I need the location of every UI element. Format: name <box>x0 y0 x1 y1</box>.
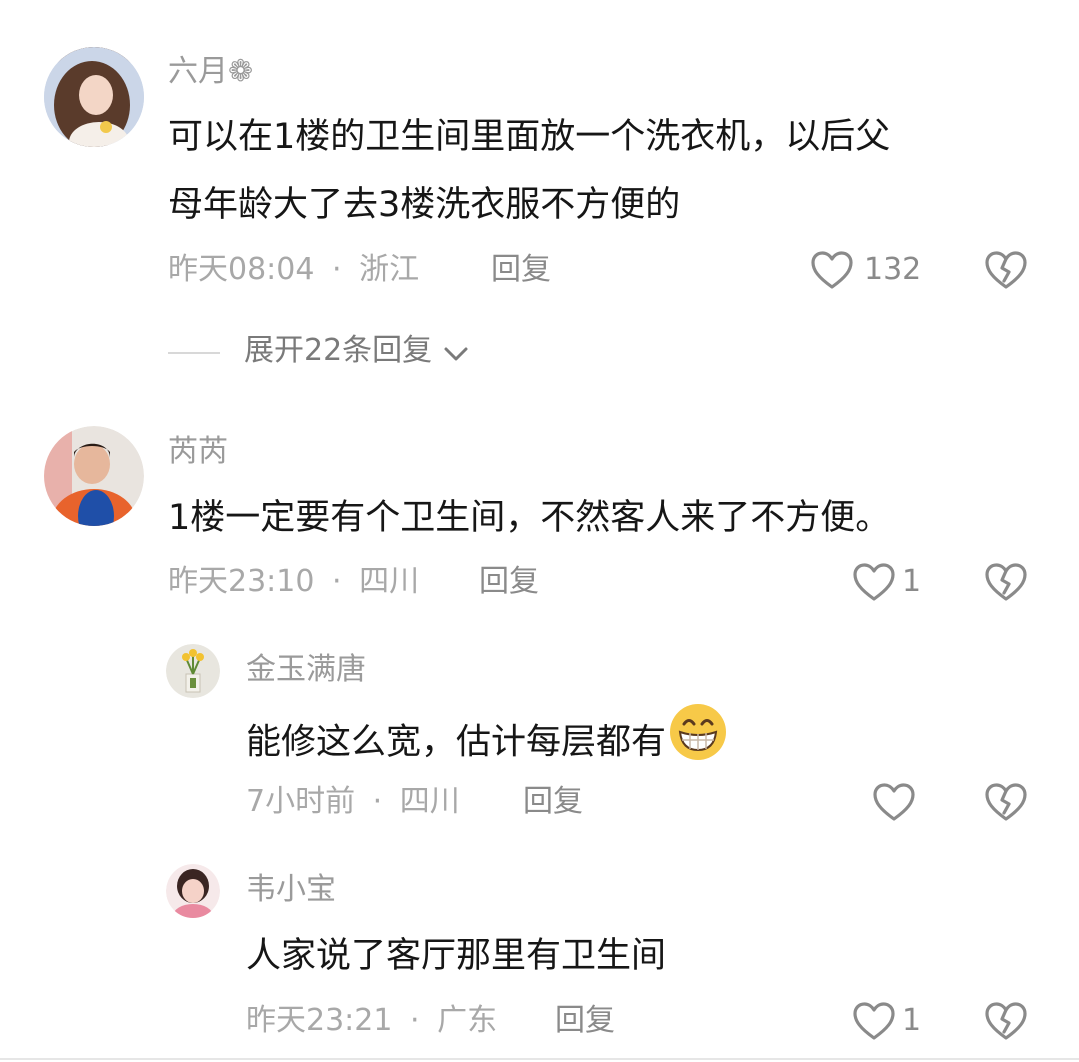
comment-time: 昨天23:10 <box>168 564 315 599</box>
like-count: 132 <box>864 252 922 287</box>
meta-separator: · <box>372 784 383 819</box>
expand-replies-button[interactable]: 展开22条回复 <box>244 333 469 369</box>
like-icon[interactable] <box>852 1001 896 1041</box>
comment-username[interactable]: 芮芮 <box>168 434 228 470</box>
bottom-divider <box>0 1058 1079 1060</box>
comment-time: 昨天08:04 <box>168 252 315 287</box>
reply-button[interactable]: 回复 <box>523 784 583 820</box>
reply-username[interactable]: 韦小宝 <box>246 872 336 908</box>
dislike-icon[interactable] <box>984 250 1028 290</box>
comment-meta: 昨天23:10 · 四川 <box>168 564 419 600</box>
like-icon[interactable] <box>852 562 896 602</box>
avatar[interactable] <box>44 426 144 526</box>
avatar-flowers <box>166 644 220 698</box>
like-icon[interactable] <box>810 250 854 290</box>
comment-text: 可以在1楼的卫生间里面放一个洗衣机，以后父 <box>168 117 891 157</box>
avatar[interactable] <box>166 644 220 698</box>
avatar-portrait <box>166 864 220 918</box>
like-count: 1 <box>902 564 922 599</box>
comment-text: 1楼一定要有个卫生间，不然客人来了不方便。 <box>168 498 891 538</box>
dislike-icon[interactable] <box>984 782 1028 822</box>
grinning-emoji-icon <box>668 702 728 777</box>
reply-time: 昨天23:21 <box>246 1003 393 1038</box>
reply-meta: 昨天23:21 · 广东 <box>246 1003 497 1039</box>
dislike-icon[interactable] <box>984 1001 1028 1041</box>
comment-location: 浙江 <box>359 252 420 287</box>
chevron-down-icon <box>443 345 469 367</box>
comment-location: 四川 <box>359 564 420 599</box>
comment-username[interactable]: 六月❁ <box>168 54 253 90</box>
reply-time: 7小时前 <box>246 784 356 819</box>
reply-button[interactable]: 回复 <box>491 252 551 288</box>
reply-location: 广东 <box>437 1003 498 1038</box>
like-count: 1 <box>902 1003 922 1038</box>
avatar-portrait <box>44 47 144 147</box>
avatar[interactable] <box>166 864 220 918</box>
reply-username[interactable]: 金玉满唐 <box>246 652 366 688</box>
expand-replies-label: 展开22条回复 <box>244 333 433 368</box>
comment-text: 母年龄大了去3楼洗衣服不方便的 <box>168 185 681 225</box>
avatar[interactable] <box>44 47 144 147</box>
reply-location: 四川 <box>399 784 460 819</box>
reply-meta: 7小时前 · 四川 <box>246 784 460 820</box>
comment-meta: 昨天08:04 · 浙江 <box>168 252 419 288</box>
expand-divider <box>168 352 220 354</box>
reply-text: 能修这么宽，估计每层都有 <box>246 704 728 777</box>
reply-button[interactable]: 回复 <box>555 1003 615 1039</box>
meta-separator: · <box>332 252 342 287</box>
meta-separator: · <box>332 564 342 599</box>
like-icon[interactable] <box>872 782 916 822</box>
reply-text: 人家说了客厅那里有卫生间 <box>246 936 667 976</box>
reply-text-content: 能修这么宽，估计每层都有 <box>246 722 667 763</box>
dislike-icon[interactable] <box>984 562 1028 602</box>
reply-button[interactable]: 回复 <box>479 564 539 600</box>
meta-separator: · <box>410 1003 420 1038</box>
avatar-portrait <box>44 426 144 526</box>
